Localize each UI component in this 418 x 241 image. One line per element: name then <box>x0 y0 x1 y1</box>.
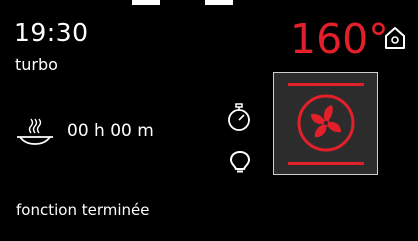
turbo-fan-tile[interactable] <box>273 72 378 175</box>
top-tab-right <box>205 0 233 5</box>
duration-value[interactable]: 00 h 00 m <box>67 120 154 142</box>
oven-display: 19:30 turbo 160° 00 h 00 m fonction term… <box>0 0 418 241</box>
temperature-value[interactable]: 160° <box>290 14 389 64</box>
cooking-mode-label: turbo <box>15 55 58 74</box>
top-tab-left <box>132 0 160 5</box>
fan-tile-top-bar <box>288 83 364 86</box>
stopwatch-icon[interactable] <box>227 103 251 133</box>
lamp-icon[interactable] <box>229 150 251 176</box>
steam-dish-icon <box>13 116 57 146</box>
turbo-fan-icon <box>296 93 356 153</box>
clock-time: 19:30 <box>14 18 89 47</box>
fan-tile-bottom-bar <box>288 162 364 165</box>
status-message: fonction terminée <box>16 201 150 219</box>
home-icon[interactable] <box>384 26 406 50</box>
